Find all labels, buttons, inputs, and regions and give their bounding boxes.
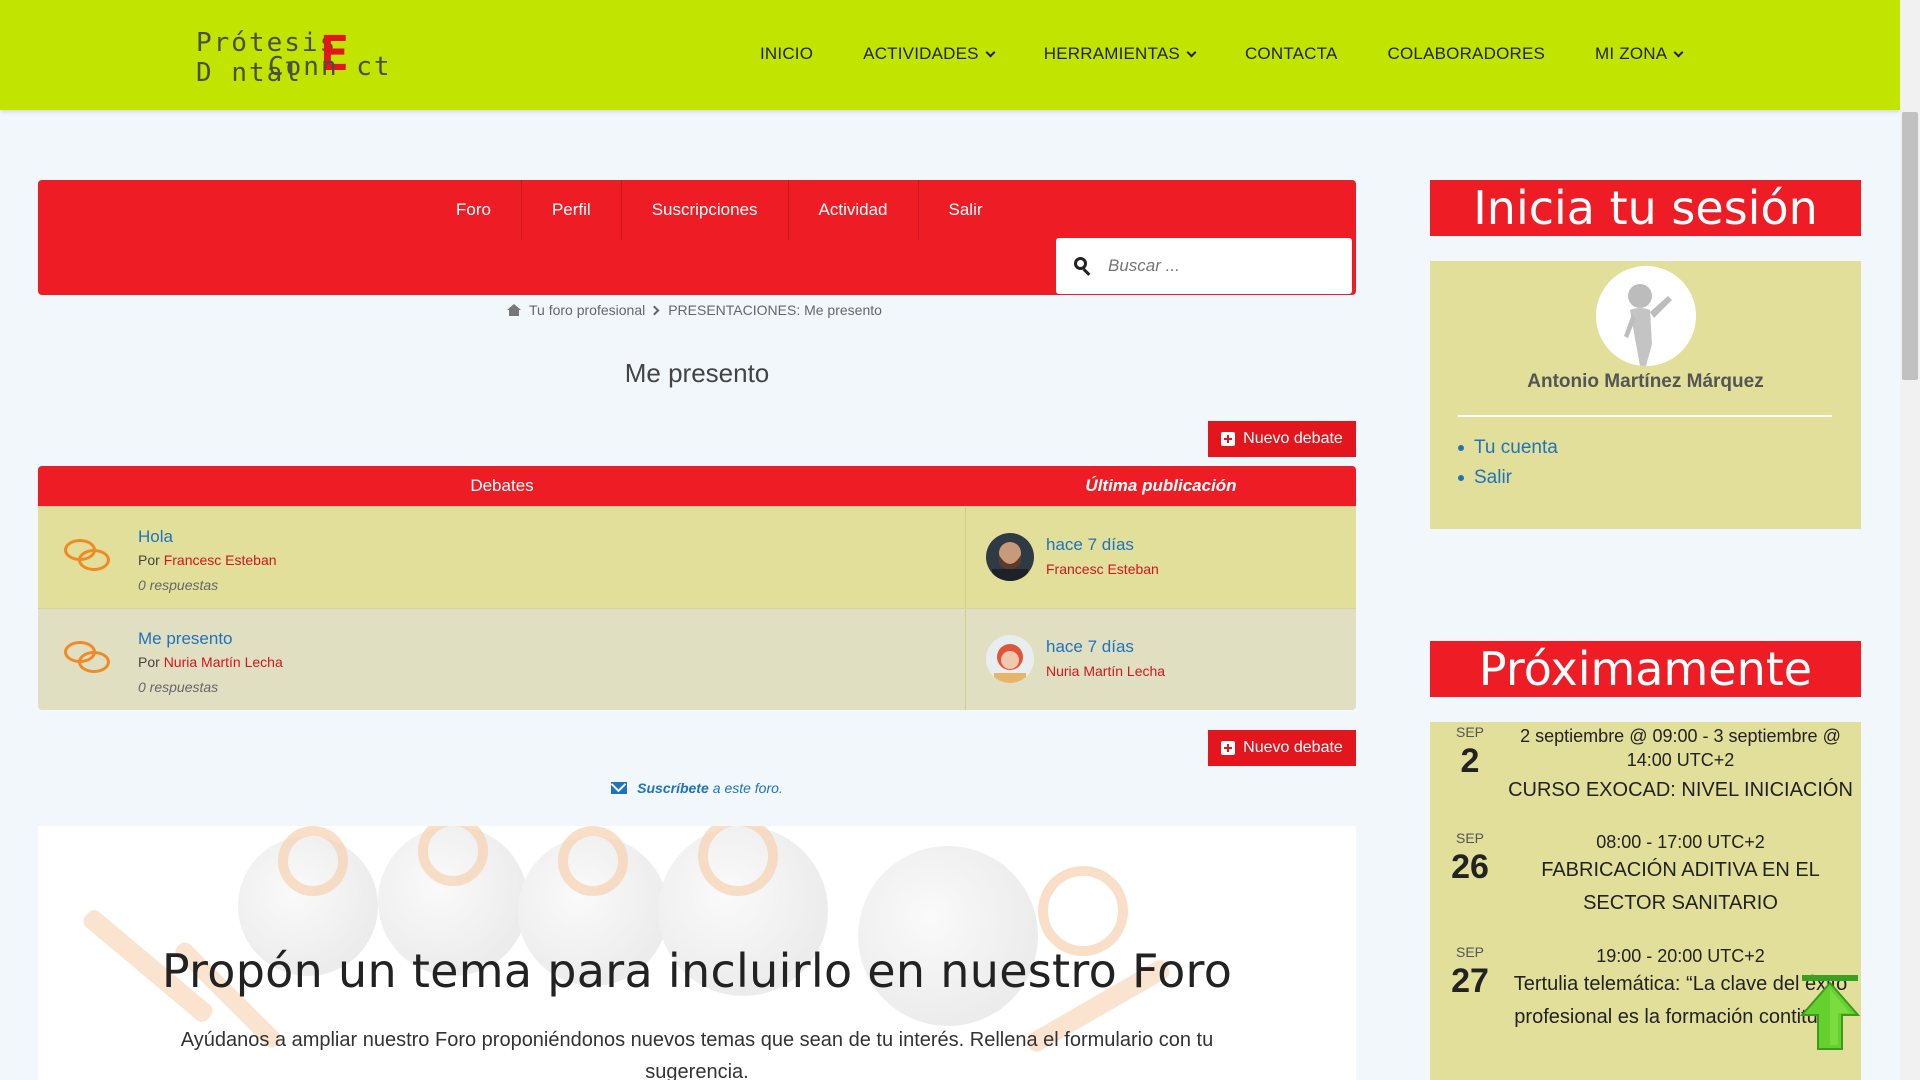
subscribe-link[interactable]: Suscríbete a este foro. — [38, 780, 1356, 796]
topic-replies: 0 respuestas — [138, 577, 219, 593]
avatar[interactable] — [986, 533, 1034, 581]
event-when: 2 septiembre @ 09:00 - 3 septiembre @ 14… — [1520, 726, 1841, 770]
col-debates: Debates — [470, 476, 534, 495]
home-icon — [507, 304, 521, 316]
decorative-headset — [278, 826, 348, 896]
tab-foro[interactable]: Foro — [426, 180, 521, 240]
breadcrumb-current: PRESENTACIONES: Me presento — [668, 302, 882, 318]
forum-search — [1056, 238, 1352, 294]
tab-actividad[interactable]: Actividad — [787, 180, 918, 240]
chevron-down-icon — [985, 47, 996, 57]
nav-herramientas[interactable]: HERRAMIENTAS — [1044, 44, 1197, 64]
new-topic-button-bottom[interactable]: Nuevo debate — [1208, 730, 1356, 766]
topic-bubbles-icon — [64, 639, 112, 679]
site-header: Prótesis DEntal E ConnEct INICIO ACTIVID… — [0, 0, 1900, 110]
topic-author: Por Nuria Martín Lecha — [138, 654, 283, 670]
chevron-right-icon — [649, 305, 660, 315]
tab-suscripciones[interactable]: Suscripciones — [620, 180, 788, 240]
event-day: 27 — [1451, 962, 1489, 1000]
login-widget: Antonio Martínez Márquez Tu cuenta Salir — [1430, 261, 1861, 529]
page-scrollbar[interactable] — [1900, 0, 1920, 1080]
link-tu-cuenta[interactable]: Tu cuenta — [1458, 437, 1558, 459]
event-month: SEP — [1455, 724, 1484, 740]
last-post-time[interactable]: hace 7 días — [1046, 637, 1134, 657]
plus-icon — [1221, 432, 1236, 446]
nav-contacta[interactable]: CONTACTA — [1245, 44, 1338, 64]
last-post-author[interactable]: Nuria Martín Lecha — [1046, 663, 1165, 679]
table-row: Hola Por Francesc Esteban 0 respuestas h… — [38, 506, 1356, 608]
topic-title-link[interactable]: Hola — [138, 527, 173, 547]
back-to-top-arrow-icon[interactable] — [1799, 975, 1861, 1055]
envelope-icon — [611, 782, 628, 794]
scrollbar-thumb[interactable] — [1902, 112, 1918, 380]
author-link[interactable]: Nuria Martín Lecha — [164, 654, 283, 670]
events-widget: SEP 2 2 septiembre @ 09:00 - 3 septiembr… — [1430, 722, 1861, 1080]
events-widget-title: Próximamente — [1430, 641, 1861, 697]
divider — [1458, 415, 1832, 417]
topic-author: Por Francesc Esteban — [138, 552, 277, 568]
propose-text: Ayúdanos a ampliar nuestro Foro proponié… — [180, 1029, 1214, 1080]
page-title: Me presento — [624, 358, 770, 388]
chevron-down-icon — [1186, 47, 1197, 57]
site-logo[interactable]: Prótesis DEntal E ConnEct — [196, 28, 406, 88]
link-salir[interactable]: Salir — [1458, 467, 1558, 489]
last-post-author[interactable]: Francesc Esteban — [1046, 561, 1159, 577]
event-month: SEP — [1455, 944, 1484, 960]
nav-mi-zona[interactable]: MI ZONA — [1595, 44, 1684, 64]
event-month: SEP — [1455, 830, 1484, 846]
search-icon[interactable] — [1074, 257, 1092, 276]
logo-line2: ConnEct — [268, 52, 392, 82]
avatar[interactable] — [986, 635, 1034, 683]
event-day: 26 — [1451, 848, 1489, 886]
propose-topic-section: Propón un tema para incluirlo en nuestro… — [38, 826, 1356, 1080]
author-link[interactable]: Francesc Esteban — [164, 552, 277, 568]
event-title-link[interactable]: CURSO EXOCAD: NIVEL INICIACIÓN — [1500, 774, 1861, 807]
last-post-time[interactable]: hace 7 días — [1046, 535, 1134, 555]
col-last-post: Última publicación — [1085, 476, 1237, 495]
tab-perfil[interactable]: Perfil — [520, 180, 621, 240]
avatar[interactable] — [1596, 266, 1696, 366]
propose-title: Propón un tema para incluirlo en nuestro… — [161, 944, 1233, 998]
decorative-headset — [558, 826, 628, 896]
topic-bubbles-icon — [64, 537, 112, 577]
account-links: Tu cuenta Salir — [1458, 437, 1558, 497]
topic-replies: 0 respuestas — [138, 679, 219, 695]
breadcrumb-home[interactable]: Tu foro profesional — [529, 302, 645, 318]
event-day: 2 — [1460, 742, 1480, 780]
forum-nav-bar: Foro Perfil Suscripciones Actividad Sali… — [38, 180, 1356, 295]
event-when: 19:00 - 20:00 UTC+2 — [1596, 946, 1765, 966]
nav-colaboradores[interactable]: COLABORADORES — [1388, 44, 1546, 64]
nav-actividades[interactable]: ACTIVIDADES — [863, 44, 996, 64]
search-input[interactable] — [1108, 256, 1338, 276]
breadcrumb: Tu foro profesional PRESENTACIONES: Me p… — [507, 302, 882, 318]
event-title-link[interactable]: FABRICACIÓN ADITIVA EN EL SECTOR SANITAR… — [1500, 854, 1861, 920]
chevron-down-icon — [1673, 47, 1684, 57]
forum-tabs: Foro Perfil Suscripciones Actividad Sali… — [426, 180, 1013, 240]
topic-title-link[interactable]: Me presento — [138, 629, 233, 649]
main-nav: INICIO ACTIVIDADES HERRAMIENTAS CONTACTA… — [760, 44, 1732, 64]
topics-table: Debates Última publicación Hola Por Fran… — [38, 466, 1356, 710]
user-name: Antonio Martínez Márquez — [1527, 371, 1764, 392]
nav-inicio[interactable]: INICIO — [760, 44, 813, 64]
event-when: 08:00 - 17:00 UTC+2 — [1596, 832, 1765, 852]
decorative-headset — [1038, 866, 1128, 956]
login-widget-title: Inicia tu sesión — [1430, 180, 1861, 236]
new-topic-button-top[interactable]: Nuevo debate — [1208, 421, 1356, 457]
decorative-figure — [858, 846, 1038, 1026]
table-row: Me presento Por Nuria Martín Lecha 0 res… — [38, 608, 1356, 710]
table-header: Debates Última publicación — [38, 466, 1356, 506]
tab-salir[interactable]: Salir — [917, 180, 1013, 240]
plus-icon — [1221, 741, 1236, 755]
